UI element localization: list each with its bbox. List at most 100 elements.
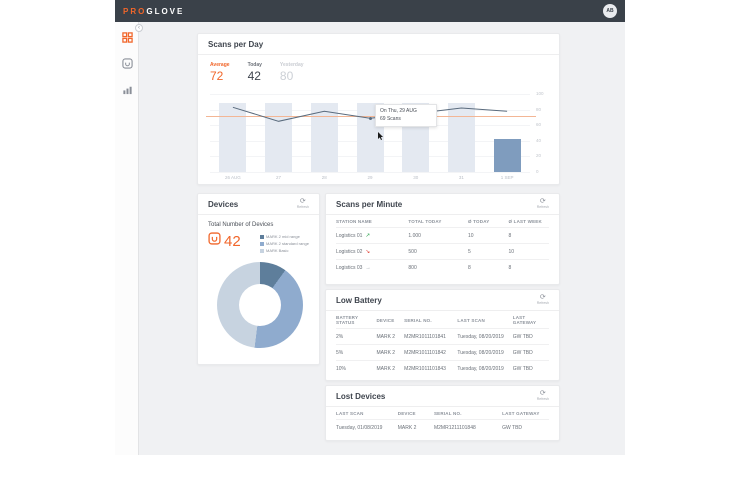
column-header: LAST SCAN [457,317,485,323]
table-cell: 5 [468,243,509,260]
table-cell: 10 [468,227,509,244]
refresh-label: Refresh [536,397,549,402]
stat-today-label: Today [247,62,262,68]
table-cell: Tuesday, 01/08/2019 [336,419,398,435]
table-cell: GW TBD [502,419,549,435]
devices-title: Devices [208,199,239,209]
table-cell: MARK 2 [376,360,405,376]
table-row[interactable]: 5% MARK 2 M2MR1011101842 Tuesday, 08/20/201… [336,344,549,361]
stat-today: Today 42 [248,62,262,83]
table-row[interactable]: Tuesday, 01/08/2019 MARK 2 M2MR1211101848 G… [336,419,549,435]
refresh-icon: ⟳ [299,198,306,206]
scans-per-minute-table: STATION NAME TOTAL TODAY Ø TODAY Ø LAST WEE… [336,215,549,275]
scans-per-minute-title: Scans per Minute [336,199,403,209]
column-header: SERIAL NO. [433,411,462,416]
low-battery-refresh-button[interactable]: ⟳ Refresh [537,294,549,306]
table-cell: 5% [336,344,377,361]
table-header-row: BATTERY STATUS DEVICE SERIAL NO. LAST SCAN L… [336,311,549,329]
legend-swatch [260,234,264,239]
table-cell: GW TBD [512,328,549,345]
stat-average-label: Average [210,62,230,68]
x-axis-tick: 28 [321,175,327,180]
table-cell: M2MR1011101843 [404,360,458,376]
lost-devices-title: Lost Devices [336,391,386,401]
legend-swatch [260,248,264,253]
scans-per-day-header: Scans per Day [198,34,559,55]
table-row[interactable]: Logistics 01 ↗ 1.000 10 8 [336,227,549,244]
scans-per-day-card: Scans per Day Average 72 Today 42 Yester… [197,33,560,185]
x-axis-tick: 31 [458,175,464,180]
y-axis-tick: 20 [536,153,542,159]
lost-devices-header: Lost Devices ⟳ Refresh [326,386,559,407]
trend-flat-icon: → [365,264,371,271]
trend-down-icon: ↘ [365,248,371,255]
scanner-device-icon [121,56,133,74]
glove-icon [208,232,221,250]
logo-pro: PRO [123,6,147,16]
scans-per-minute-refresh-button[interactable]: ⟳ Refresh [537,198,549,210]
column-header: SERIAL NO. [404,317,432,323]
legend-item: MARK Basic [260,248,309,253]
column-header: TOTAL TODAY [408,219,442,224]
table-cell: GW TBD [512,344,549,361]
table-header-row: STATION NAME TOTAL TODAY Ø TODAY Ø LAST WEE… [336,215,549,228]
proglove-app: PROGLOVE AB ‹ Scans per Day Average 72 T… [115,0,625,455]
proglove-logo: PROGLOVE [123,7,184,16]
low-battery-card: Low Battery ⟳ Refresh BATTERY STATUS DEVI… [325,289,560,381]
scans-per-minute-header: Scans per Minute ⟳ Refresh [326,194,559,215]
x-axis-tick: 30 [413,175,419,180]
sidebar-item-analytics[interactable] [115,80,139,102]
sidebar-item-devices[interactable] [115,54,139,76]
refresh-icon: ⟳ [539,390,546,398]
sidebar-collapse-toggle[interactable]: ‹ [135,24,143,32]
column-header: DEVICE [376,317,395,323]
table-row[interactable]: 10% MARK 2 M2MR1011101843 Tuesday, 08/20/20… [336,360,549,376]
table-cell: Logistics 01 ↗ [336,227,409,244]
table-cell: Logistics 03 → [336,259,409,275]
table-cell: GW TBD [512,360,549,376]
table-row[interactable]: 2% MARK 2 M2MR1011101841 Tuesday, 08/20/201… [336,328,549,345]
column-header: LAST SCAN [336,411,364,416]
table-cell: 1.000 [408,227,469,244]
sidebar-item-dashboard[interactable] [115,28,139,50]
table-row[interactable]: Logistics 02 ↘ 500 5 10 [336,243,549,260]
column-header: STATION NAME [336,219,372,224]
legend-item: MARK 2 standard range [260,241,309,246]
devices-donut-chart[interactable] [217,262,303,348]
donut-hole [239,284,281,326]
stat-average: Average 72 [210,62,230,83]
y-axis-tick: 60 [536,122,542,128]
table-cell: MARK 2 [376,344,405,361]
low-battery-header: Low Battery ⟳ Refresh [326,290,559,311]
table-cell: Logistics 02 ↘ [336,243,409,260]
x-axis-tick: 27 [276,175,282,180]
stat-average-value: 72 [210,69,224,83]
stat-yesterday-label: Yesterday [279,62,304,68]
user-avatar[interactable]: AB [603,4,617,18]
refresh-label: Refresh [536,301,549,306]
scans-chart-plot[interactable] [206,94,536,173]
gridline [210,172,530,173]
trend-up-icon: ↗ [365,232,371,239]
legend-swatch [260,241,264,246]
table-cell: Tuesday, 08/20/2019 [457,360,513,376]
hovered-data-point [368,116,372,120]
devices-header: Devices ⟳ Refresh [198,194,319,215]
table-row[interactable]: Logistics 03 → 800 8 8 [336,259,549,275]
y-axis-tick: 40 [536,137,542,143]
column-header: Ø TODAY [468,219,490,224]
stat-yesterday: Yesterday 80 [280,62,304,83]
y-axis-tick: 0 [536,169,539,174]
scans-per-minute-card: Scans per Minute ⟳ Refresh STATION NAME T… [325,193,560,285]
column-header: DEVICE [397,411,416,416]
devices-refresh-button[interactable]: ⟳ Refresh [297,198,309,210]
table-cell: M2MR1011101841 [404,328,458,345]
x-axis-tick: 26 AUG [224,175,241,180]
lost-devices-refresh-button[interactable]: ⟳ Refresh [537,390,549,402]
main-area: ‹ Scans per Day Average 72 Today 42 Yest… [115,22,625,455]
scans-chart-xlabels: 26 AUG 27 28 29 30 31 1 SEP [210,175,530,183]
stat-yesterday-value: 80 [279,69,294,83]
legend-item: MARK 2 mid range [260,234,309,239]
table-cell: 8 [508,227,549,244]
table-cell: 10% [336,360,377,376]
